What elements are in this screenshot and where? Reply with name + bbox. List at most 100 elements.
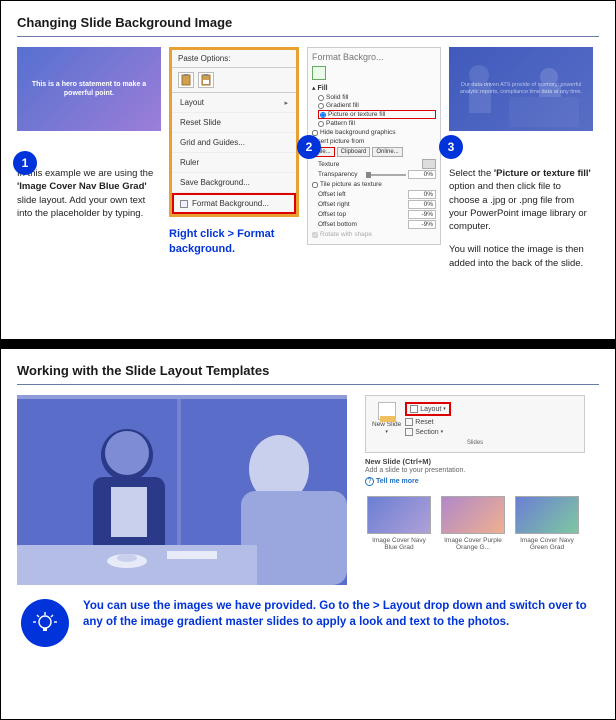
offset-left-value[interactable]: 0% — [408, 190, 436, 199]
radio-gradient-fill[interactable]: Gradient fill — [318, 102, 436, 109]
reset-button[interactable]: Reset — [405, 418, 451, 426]
thumb-label: Image Cover Navy Blue Grad — [365, 537, 433, 551]
offset-left-field: Offset left 0% — [318, 190, 436, 199]
clipboard-button[interactable]: Clipboard — [337, 147, 371, 157]
section-label: Section — [415, 429, 438, 436]
offset-bottom-label: Offset bottom — [318, 221, 357, 228]
radio-input[interactable] — [318, 103, 324, 109]
paste-icons-row — [172, 68, 296, 93]
offset-top-field: Offset top-9% — [318, 210, 436, 219]
tell-me-more-link[interactable]: ?Tell me more — [365, 477, 585, 486]
thumb-image — [367, 496, 431, 534]
ctx-format-background[interactable]: Format Background... — [172, 193, 296, 214]
thumb-label: Image Cover Navy Green Grad — [513, 537, 581, 551]
ctx-reset-slide[interactable]: Reset Slide — [172, 113, 296, 133]
section-dropdown[interactable]: Section ▾ — [405, 428, 451, 436]
thumb-image — [515, 496, 579, 534]
check-hide-background[interactable]: Hide background graphics — [312, 129, 436, 136]
transparency-slider[interactable] — [366, 174, 406, 176]
fb-fill-section: ▴ Fill — [312, 84, 436, 92]
thumb-navy-green[interactable]: Image Cover Navy Green Grad — [513, 496, 581, 551]
radio-solid-fill[interactable]: Solid fill — [318, 94, 436, 101]
step1-column: This is a hero statement to make a power… — [17, 47, 161, 270]
step1-caption: In this example we are using the 'Image … — [17, 167, 161, 220]
layout-label: Layout — [420, 406, 441, 413]
check-rotate: Rotate with shape — [312, 231, 436, 238]
check-input[interactable] — [312, 182, 318, 188]
reset-icon — [405, 418, 413, 426]
result-slide-thumbnail: Our data-driven ATS provide of memory: p… — [449, 47, 593, 131]
ctx-layout[interactable]: Layout ▸ — [172, 93, 296, 113]
step3-text-c: option and then click file to choose a .… — [449, 181, 587, 232]
check-input[interactable] — [312, 130, 318, 136]
thumb-purple-orange[interactable]: Image Cover Purple Orange G... — [439, 496, 507, 551]
transparency-label: Transparency — [318, 171, 358, 178]
offset-left-label: Offset left — [318, 191, 346, 198]
thumb-label: Image Cover Purple Orange G... — [439, 537, 507, 551]
transparency-field: Transparency 0% — [318, 170, 436, 179]
radio-input[interactable] — [318, 95, 324, 101]
ctx-ruler[interactable]: Ruler — [172, 153, 296, 173]
hero-text: This is a hero statement to make a power… — [27, 80, 151, 98]
paste-options-label: Paste Options: — [172, 50, 296, 68]
ribbon-slides-group: New Slide ▾ Layout ▾ Reset Section ▾ Sli… — [365, 395, 585, 453]
slide1-title: Changing Slide Background Image — [17, 15, 599, 30]
chevron-right-icon: ▸ — [284, 99, 288, 107]
ctx-grid-guides[interactable]: Grid and Guides... — [172, 133, 296, 153]
offset-top-value[interactable]: -9% — [408, 210, 436, 219]
check-tile[interactable]: Tile picture as texture — [312, 181, 436, 188]
thumb-navy-blue[interactable]: Image Cover Navy Blue Grad — [365, 496, 433, 551]
step3-caption: Select the 'Picture or texture fill' opt… — [449, 167, 593, 233]
slide-layout-templates: Working with the Slide Layout Templates — [0, 348, 616, 720]
chevron-down-icon: ▾ — [443, 406, 446, 412]
format-background-panel: Format Backgro... ▴ Fill Solid fill Grad… — [307, 47, 441, 245]
texture-picker[interactable] — [422, 159, 436, 169]
check-hide-label: Hide background graphics — [320, 129, 396, 136]
context-menu: Paste Options: Layout ▸ Reset Slide Grid … — [169, 47, 299, 217]
offset-bottom-field: Offset bottom -9% — [318, 220, 436, 229]
step1-text-post: slide layout. Add your own text into the… — [17, 195, 145, 219]
fill-bucket-icon[interactable] — [312, 66, 326, 80]
transparency-value[interactable]: 0% — [408, 170, 436, 179]
step2-column: Paste Options: Layout ▸ Reset Slide Grid … — [169, 47, 299, 270]
ctx-layout-label: Layout — [180, 98, 204, 107]
people-illustration — [449, 47, 593, 131]
slide2-title: Working with the Slide Layout Templates — [17, 363, 599, 378]
new-slide-button[interactable]: New Slide ▾ — [372, 402, 401, 435]
layout-thumbnails: Image Cover Navy Blue Grad Image Cover P… — [365, 496, 585, 551]
fb-insert-from-label: Insert picture from — [312, 138, 436, 145]
lightbulb-badge — [21, 599, 69, 647]
online-button[interactable]: Online... — [372, 147, 402, 157]
paste-icon-1[interactable] — [178, 72, 194, 88]
format-bg-icon — [180, 200, 188, 208]
slide-changing-background: Changing Slide Background Image This is … — [0, 0, 616, 340]
paste-icon-2[interactable] — [198, 72, 214, 88]
section-icon — [405, 428, 413, 436]
tooltip-new-slide: New Slide (Ctrl+M) Add a slide to your p… — [365, 457, 585, 486]
chevron-down-icon: ▾ — [385, 429, 388, 435]
slide2-row: New Slide ▾ Layout ▾ Reset Section ▾ Sli… — [17, 395, 599, 585]
ctx-save-background[interactable]: Save Background... — [172, 173, 296, 193]
tip-text: You can use the images we have provided.… — [83, 599, 595, 630]
layout-icon — [410, 405, 418, 413]
ctx-save-label: Save Background... — [180, 178, 250, 187]
offset-bottom-value[interactable]: -9% — [408, 220, 436, 229]
check-input — [312, 232, 318, 238]
slide1-columns: This is a hero statement to make a power… — [17, 47, 599, 270]
step3-column: Our data-driven ATS provide of memory: p… — [449, 47, 593, 270]
fb-fill-label: Fill — [317, 85, 327, 92]
lightbulb-icon — [32, 610, 58, 636]
step1-text-bold: 'Image Cover Nav Blue Grad' — [17, 181, 147, 192]
layout-dropdown[interactable]: Layout ▾ — [405, 402, 451, 416]
radio-input[interactable] — [320, 112, 326, 118]
radio-pattern-fill[interactable]: Pattern fill — [318, 120, 436, 127]
step2-caption: Right click > Format background. — [169, 227, 299, 257]
ribbon-panel: New Slide ▾ Layout ▾ Reset Section ▾ Sli… — [365, 395, 585, 585]
radio-picture-fill[interactable]: Picture or texture fill — [318, 110, 436, 119]
offset-right-value[interactable]: 0% — [408, 200, 436, 209]
step3-caption-2: You will notice the image is then added … — [449, 243, 593, 270]
reset-label: Reset — [415, 419, 433, 426]
radio-input[interactable] — [318, 121, 324, 127]
step-badge-1: 1 — [13, 151, 37, 175]
ctx-grid-label: Grid and Guides... — [180, 138, 245, 147]
